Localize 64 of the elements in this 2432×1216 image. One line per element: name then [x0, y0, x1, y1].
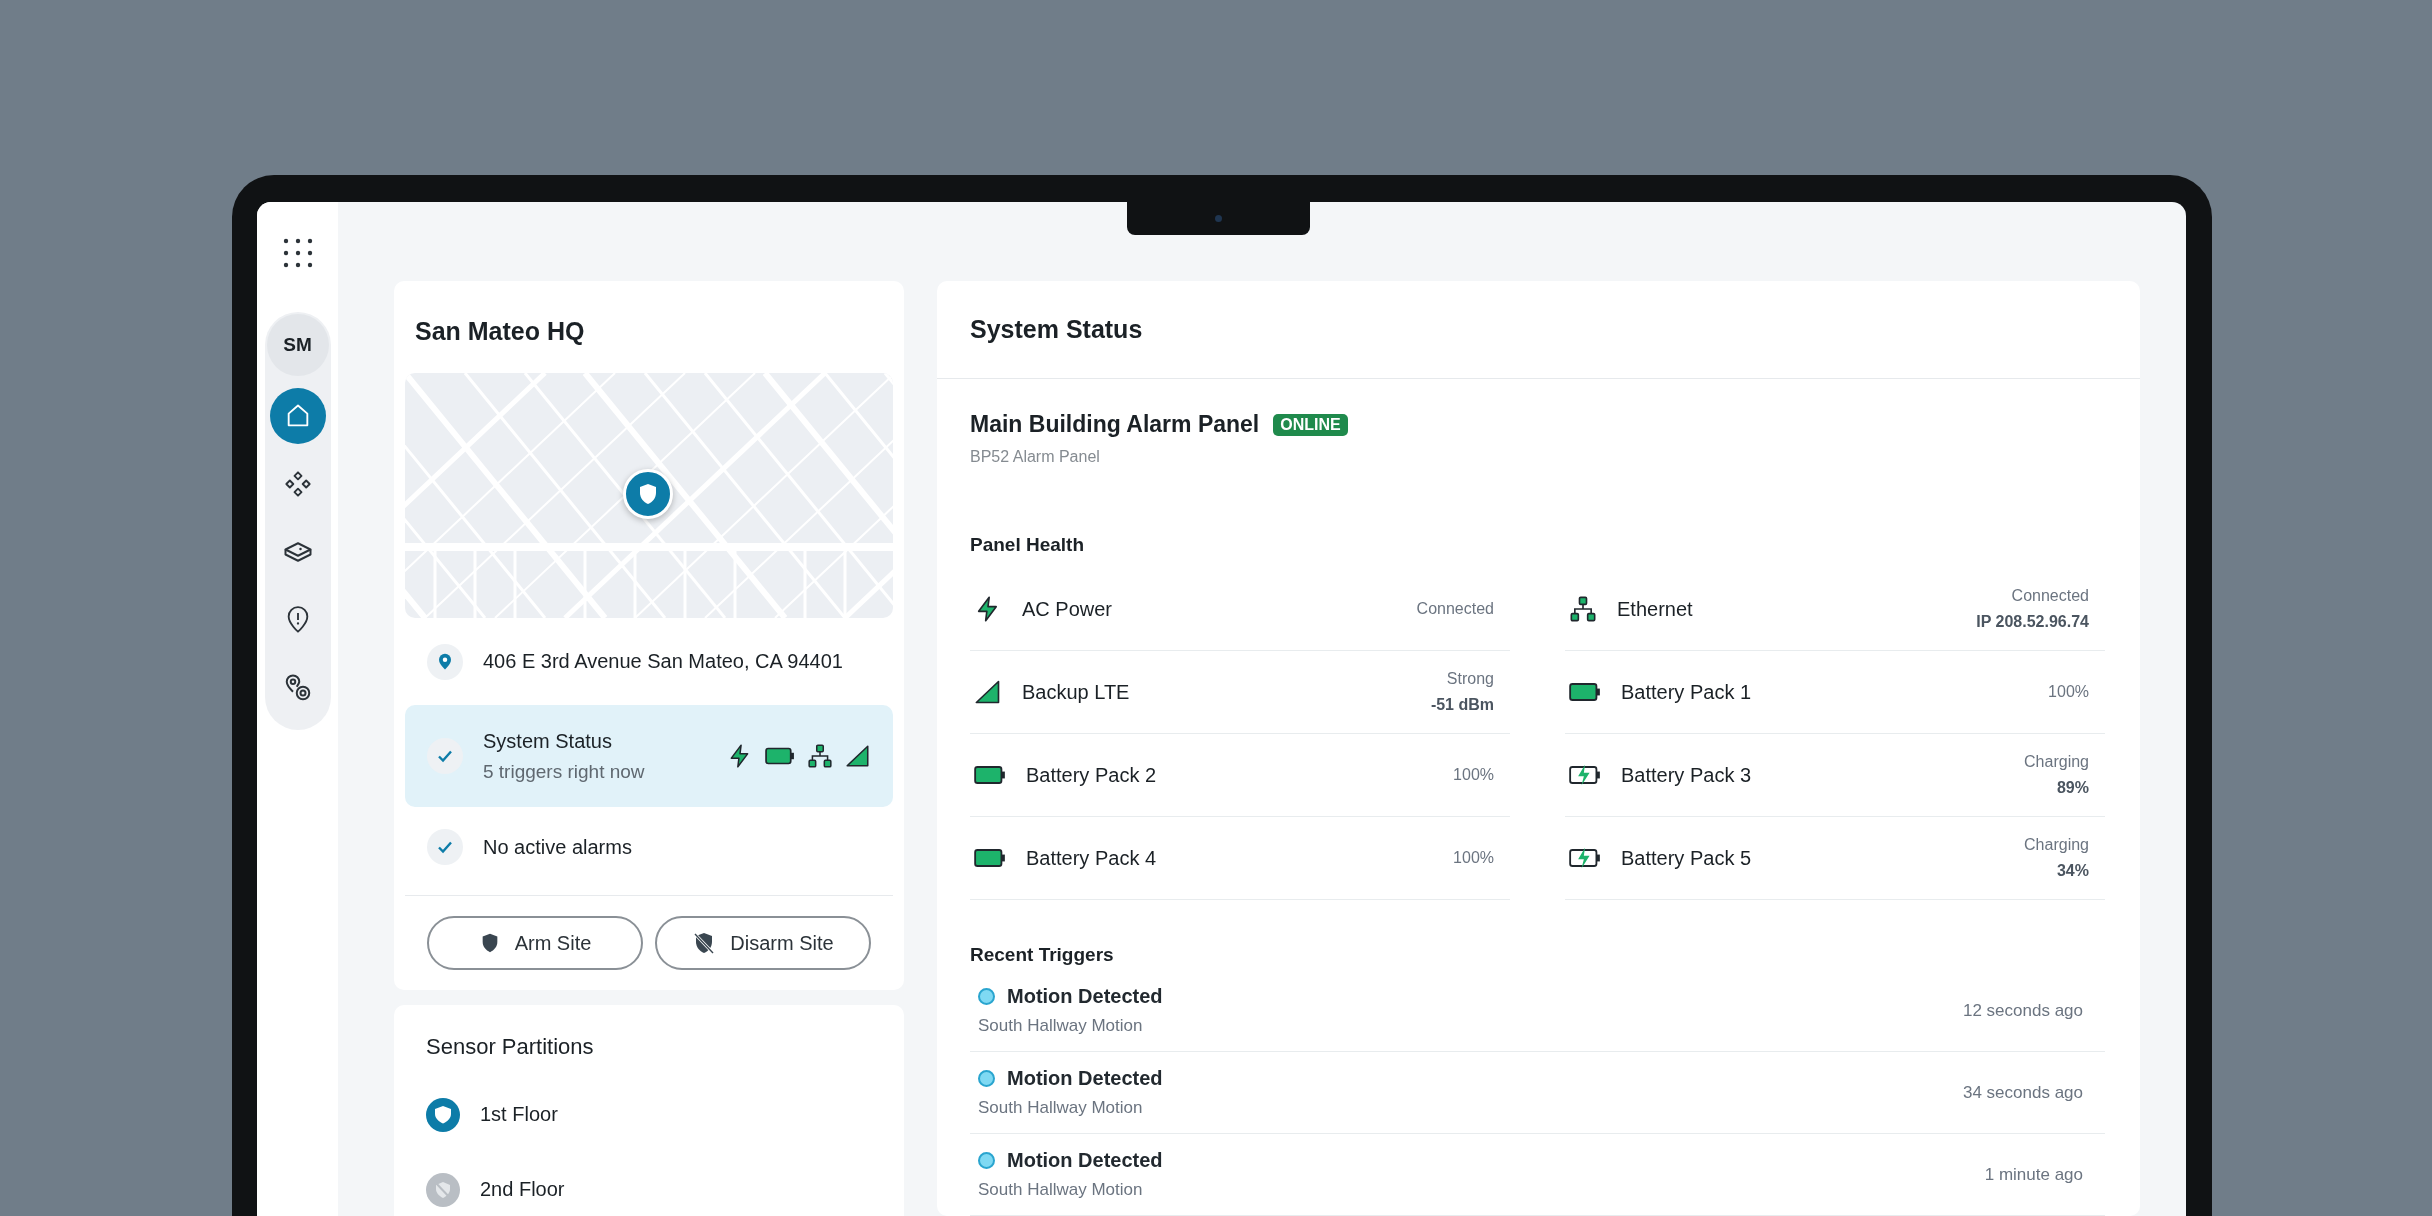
app-grid-icon[interactable] [282, 238, 313, 268]
health-status: 100% [1453, 849, 1494, 867]
alarm-panel-name: Main Building Alarm Panel [970, 411, 1260, 438]
site-address: 406 E 3rd Avenue San Mateo, CA 94401 [483, 650, 843, 673]
trigger-title: Motion Detected [1007, 1149, 1163, 1172]
signal-icon [845, 743, 871, 769]
trigger-source: South Hallway Motion [978, 1016, 1144, 1036]
partition-name: 2nd Floor [480, 1178, 565, 1201]
trigger-time: 1 minute ago [1984, 1164, 2083, 1185]
trigger-title: Motion Detected [1007, 1067, 1163, 1090]
status-item[interactable]: System Status 5 triggers right now [405, 705, 893, 807]
site-title: San Mateo HQ [414, 316, 586, 347]
trigger-time: 12 seconds ago [1962, 1000, 2083, 1021]
network-icon [807, 743, 833, 769]
status-dot [978, 988, 995, 1005]
status-dot [978, 1070, 995, 1087]
status-title: No active alarms [483, 835, 633, 859]
diamonds-icon [283, 470, 312, 498]
trigger-row[interactable]: Motion Detected South Hallway Motion 34 seconds ago [970, 1052, 2105, 1134]
health-detail: -51 dBm [1430, 696, 1494, 714]
health-detail: 34% [2056, 862, 2089, 880]
check-icon [437, 839, 453, 855]
signal-icon [974, 678, 1002, 706]
health-item-name: Battery Pack 4 [1026, 846, 1158, 870]
health-item-name: Battery Pack 5 [1621, 846, 1753, 870]
trigger-source: South Hallway Motion [978, 1180, 1144, 1200]
trigger-time: 34 seconds ago [1962, 1082, 2083, 1103]
status-item[interactable]: No active alarms [405, 807, 893, 887]
location-pin-icon [427, 643, 463, 680]
status-dot [978, 1152, 995, 1169]
partitions-title: Sensor Partitions [426, 1033, 595, 1061]
health-item-name: Battery Pack 1 [1621, 680, 1753, 704]
health-detail: 89% [2056, 779, 2089, 797]
section-heading: Panel Health [970, 534, 1086, 556]
trigger-row[interactable]: Motion Detected South Hallway Motion 12 seconds ago [970, 970, 2105, 1052]
partition-name: 1st Floor [480, 1103, 558, 1126]
trigger-source: South Hallway Motion [978, 1098, 1144, 1118]
trigger-title: Motion Detected [1007, 985, 1163, 1008]
status-title: System Status [483, 729, 613, 753]
user-avatar[interactable]: SM [266, 314, 329, 376]
network-icon [1569, 595, 1597, 623]
health-status: 100% [2048, 683, 2089, 701]
alarm-panel-model: BP52 Alarm Panel [970, 448, 1101, 466]
health-status: Connected [2011, 587, 2089, 605]
health-item-name: Battery Pack 3 [1621, 763, 1753, 787]
health-item-name: Battery Pack 2 [1026, 763, 1158, 787]
status-subtitle: 5 triggers right now [483, 760, 646, 783]
health-item-name: AC Power [1022, 597, 1114, 621]
health-detail: IP 208.52.96.74 [1976, 613, 2089, 631]
health-item-name: Ethernet [1617, 597, 1694, 621]
health-status: Charging [2024, 753, 2089, 771]
section-heading: Recent Triggers [970, 944, 1115, 966]
trigger-row[interactable]: Motion Detected South Hallway Motion 1 minute ago [970, 1134, 2105, 1216]
health-status: Charging [2024, 836, 2089, 854]
panel-heading: System Status [937, 281, 2140, 379]
health-status: 100% [1453, 766, 1494, 784]
status-badge: ONLINE [1273, 413, 1348, 436]
check-icon [437, 748, 453, 764]
shield-off-icon [692, 931, 717, 955]
arm-button[interactable]: Arm Site [427, 916, 643, 970]
disarm-button[interactable]: Disarm Site [655, 916, 871, 970]
health-status: Connected [1416, 600, 1494, 618]
health-status: Strong [1446, 670, 1494, 688]
health-item-name: Backup LTE [1022, 680, 1131, 704]
